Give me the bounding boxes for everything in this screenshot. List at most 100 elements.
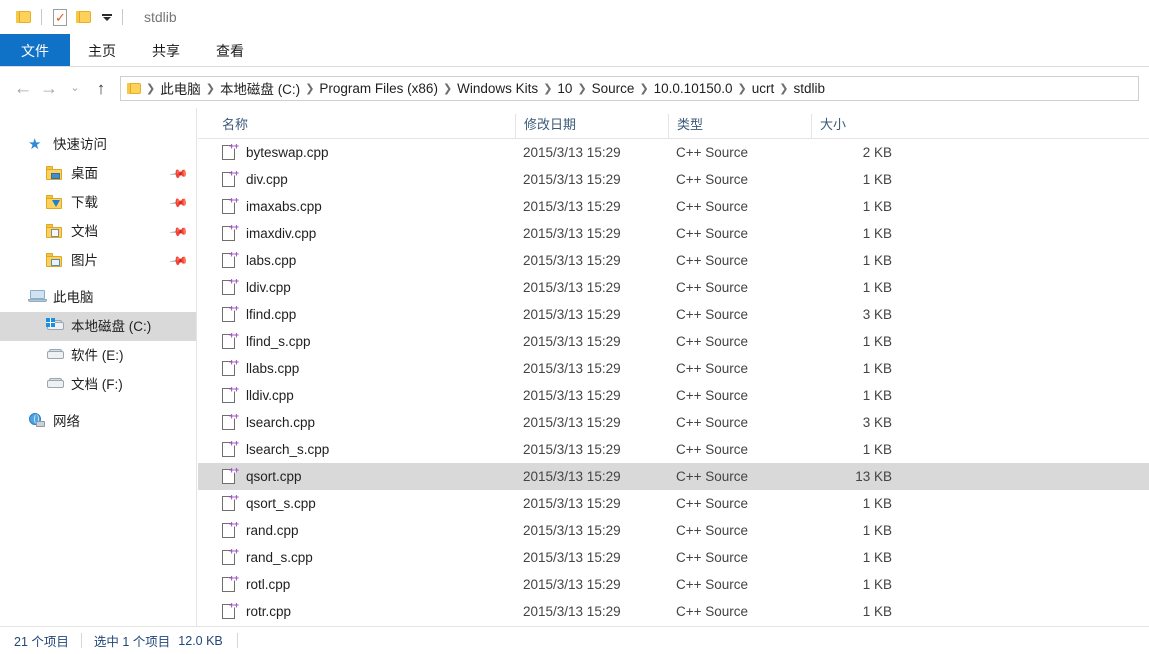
file-name-label: lfind.cpp <box>246 307 297 322</box>
sidebar-item-this-pc[interactable]: 此电脑 <box>0 283 196 312</box>
file-date-cell: 2015/3/13 15:29 <box>523 361 621 376</box>
tab-file[interactable]: 文件 <box>0 34 70 67</box>
table-row[interactable]: ++ llabs.cpp 2015/3/13 15:29 C++ Source 1 KB <box>198 355 1149 382</box>
table-row[interactable]: ++ rotr.cpp 2015/3/13 15:29 C++ Source 1 KB <box>198 598 1149 625</box>
file-size-cell: 1 KB <box>862 604 892 619</box>
breadcrumb-item-ucrt[interactable]: ucrt <box>748 81 779 96</box>
file-name-label: byteswap.cpp <box>246 145 329 160</box>
up-icon[interactable]: ↑ <box>88 80 114 97</box>
sidebar-item-label: 此电脑 <box>53 289 94 305</box>
breadcrumb-separator: ❯ <box>543 82 553 95</box>
cpp-source-file-icon: ++ <box>222 171 239 188</box>
file-name-cell: ++ byteswap.cpp <box>198 144 515 161</box>
file-type-cell: C++ Source <box>676 199 749 214</box>
breadcrumb-item-this-pc[interactable]: 此电脑 <box>156 78 205 98</box>
breadcrumb-separator: ❯ <box>779 82 789 95</box>
sidebar-item-network[interactable]: 网络 <box>0 407 196 436</box>
sidebar-item-label: 快速访问 <box>53 136 107 152</box>
table-row[interactable]: ++ rand.cpp 2015/3/13 15:29 C++ Source 1 KB <box>198 517 1149 544</box>
chevron-down-icon[interactable] <box>101 11 113 23</box>
sidebar-item-pictures[interactable]: 图片 📌 <box>0 246 196 275</box>
file-type-cell: C++ Source <box>676 361 749 376</box>
sidebar-item-drive-e[interactable]: 软件 (E:) <box>0 341 196 370</box>
table-row[interactable]: ++ lldiv.cpp 2015/3/13 15:29 C++ Source 1 KB <box>198 382 1149 409</box>
address-bar[interactable]: ❯ 此电脑 ❯ 本地磁盘 (C:) ❯ Program Files (x86) … <box>120 75 1139 101</box>
pin-icon[interactable]: 📌 <box>169 251 189 271</box>
forward-icon[interactable]: → <box>36 79 62 97</box>
breadcrumb-item-windows-kits[interactable]: Windows Kits <box>453 81 542 96</box>
cpp-source-file-icon: ++ <box>222 225 239 242</box>
cpp-source-file-icon: ++ <box>222 441 239 458</box>
cpp-source-file-icon: ++ <box>222 387 239 404</box>
pin-icon[interactable]: 📌 <box>169 222 189 242</box>
file-type-cell: C++ Source <box>676 172 749 187</box>
breadcrumb-item-stdlib[interactable]: stdlib <box>789 81 829 96</box>
breadcrumb-item-10[interactable]: 10 <box>553 81 576 96</box>
cpp-source-file-icon: ++ <box>222 279 239 296</box>
breadcrumb-item-source[interactable]: Source <box>588 81 639 96</box>
sidebar-item-desktop[interactable]: 桌面 📌 <box>0 159 196 188</box>
sidebar-item-quick-access[interactable]: ★ 快速访问 <box>0 130 196 159</box>
file-type-cell: C++ Source <box>676 415 749 430</box>
breadcrumb-item-local-disk[interactable]: 本地磁盘 (C:) <box>216 78 304 98</box>
cpp-source-file-icon: ++ <box>222 360 239 377</box>
window-title: stdlib <box>144 9 177 25</box>
file-size-cell: 1 KB <box>862 577 892 592</box>
sidebar-item-local-disk-c[interactable]: 本地磁盘 (C:) <box>0 312 196 341</box>
cpp-source-file-icon: ++ <box>222 495 239 512</box>
table-row[interactable]: ++ imaxdiv.cpp 2015/3/13 15:29 C++ Source 1 … <box>198 220 1149 247</box>
folder-pictures-icon <box>46 252 64 271</box>
file-type-cell: C++ Source <box>676 280 749 295</box>
status-divider <box>80 633 82 648</box>
folder-icon[interactable] <box>16 10 32 24</box>
table-row[interactable]: ++ lsearch.cpp 2015/3/13 15:29 C++ Source 3 … <box>198 409 1149 436</box>
sidebar-item-documents[interactable]: 文档 📌 <box>0 217 196 246</box>
sidebar-item-drive-f[interactable]: 文档 (F:) <box>0 370 196 399</box>
file-date-cell: 2015/3/13 15:29 <box>523 280 621 295</box>
breadcrumb-separator: ❯ <box>639 82 649 95</box>
file-name-cell: ++ lldiv.cpp <box>198 387 515 404</box>
file-type-cell: C++ Source <box>676 442 749 457</box>
table-row[interactable]: ++ imaxabs.cpp 2015/3/13 15:29 C++ Source 1 … <box>198 193 1149 220</box>
breadcrumb-item-version[interactable]: 10.0.10150.0 <box>650 81 737 96</box>
properties-checkmark-icon[interactable]: ✓ <box>53 8 68 26</box>
table-row[interactable]: ++ rand_s.cpp 2015/3/13 15:29 C++ Source 1 K… <box>198 544 1149 571</box>
cpp-source-file-icon: ++ <box>222 414 239 431</box>
file-name-cell: ++ lsearch_s.cpp <box>198 441 515 458</box>
table-row[interactable]: ++ qsort_s.cpp 2015/3/13 15:29 C++ Source 1 … <box>198 490 1149 517</box>
table-row[interactable]: ++ qsort.cpp 2015/3/13 15:29 C++ Source 13 K… <box>198 463 1149 490</box>
table-row[interactable]: ++ byteswap.cpp 2015/3/13 15:29 C++ Source 2… <box>198 139 1149 166</box>
table-row[interactable]: ++ rotl.cpp 2015/3/13 15:29 C++ Source 1 KB <box>198 571 1149 598</box>
status-bar: 21 个项目 选中 1 个项目 12.0 KB <box>0 626 1149 654</box>
file-name-label: rand_s.cpp <box>246 550 313 565</box>
table-row[interactable]: ++ div.cpp 2015/3/13 15:29 C++ Source 1 KB <box>198 166 1149 193</box>
file-name-label: lsearch.cpp <box>246 415 316 430</box>
tab-share[interactable]: 共享 <box>134 34 198 67</box>
pin-icon[interactable]: 📌 <box>169 193 189 213</box>
file-size-cell: 3 KB <box>862 415 892 430</box>
recent-locations-icon[interactable]: ⌄ <box>62 82 88 94</box>
table-row[interactable]: ++ lsearch_s.cpp 2015/3/13 15:29 C++ Source… <box>198 436 1149 463</box>
file-size-cell: 1 KB <box>862 334 892 349</box>
new-folder-icon[interactable] <box>76 10 92 24</box>
breadcrumb-item-program-files[interactable]: Program Files (x86) <box>315 81 442 96</box>
column-header-size[interactable]: 大小 <box>811 114 912 138</box>
pin-icon[interactable]: 📌 <box>169 164 189 184</box>
column-header-date[interactable]: 修改日期 <box>515 114 668 138</box>
file-name-label: rand.cpp <box>246 523 299 538</box>
table-row[interactable]: ++ labs.cpp 2015/3/13 15:29 C++ Source 1 KB <box>198 247 1149 274</box>
column-header-type[interactable]: 类型 <box>668 114 811 138</box>
back-icon[interactable]: ← <box>10 79 36 98</box>
tab-view[interactable]: 查看 <box>198 34 262 67</box>
column-header-name[interactable]: 名称 ⌃ <box>198 108 515 138</box>
table-row[interactable]: ++ lfind_s.cpp 2015/3/13 15:29 C++ Source 1 … <box>198 328 1149 355</box>
sidebar-item-downloads[interactable]: 下载 📌 <box>0 188 196 217</box>
table-row[interactable]: ++ lfind.cpp 2015/3/13 15:29 C++ Source 3 KB <box>198 301 1149 328</box>
file-size-cell: 1 KB <box>862 388 892 403</box>
file-name-cell: ++ imaxabs.cpp <box>198 198 515 215</box>
breadcrumb-separator: ❯ <box>205 82 215 95</box>
table-row[interactable]: ++ ldiv.cpp 2015/3/13 15:29 C++ Source 1 KB <box>198 274 1149 301</box>
file-name-cell: ++ qsort_s.cpp <box>198 495 515 512</box>
sidebar-item-label: 下载 <box>71 194 98 210</box>
tab-home[interactable]: 主页 <box>70 34 134 67</box>
